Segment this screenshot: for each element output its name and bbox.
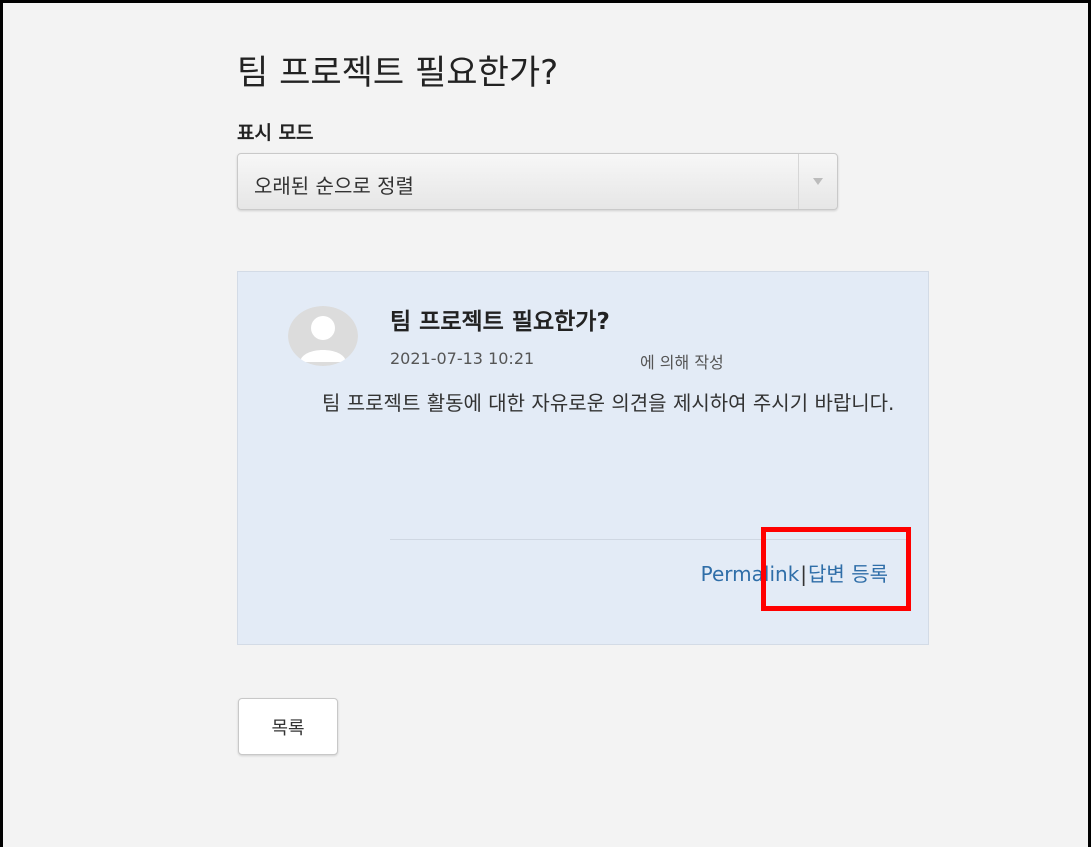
post-card: 팀 프로젝트 필요한가? 2021-07-13 10:21 에 의해 작성 팀 … — [237, 271, 929, 645]
post-divider — [390, 539, 910, 540]
list-button[interactable]: 목록 — [238, 698, 338, 755]
display-mode-label: 표시 모드 — [237, 122, 314, 144]
sort-order-value: 오래된 순으로 정렬 — [254, 174, 414, 198]
post-title: 팀 프로젝트 필요한가? — [390, 309, 610, 335]
chevron-down-icon — [798, 154, 837, 209]
page-title: 팀 프로젝트 필요한가? — [237, 53, 559, 93]
reply-link[interactable]: 답변 등록 — [808, 562, 888, 586]
app-frame: 팀 프로젝트 필요한가? 표시 모드 오래된 순으로 정렬 팀 프로젝트 필요한… — [0, 0, 1091, 847]
post-date: 2021-07-13 10:21 — [390, 349, 535, 368]
chevron-down-icon-shape — [813, 178, 823, 185]
user-avatar-icon — [288, 306, 358, 366]
sort-order-select[interactable]: 오래된 순으로 정렬 — [237, 153, 838, 210]
post-actions: Permalink|답변 등록 — [701, 558, 888, 587]
post-author: 에 의해 작성 — [640, 353, 724, 372]
avatar-silhouette — [288, 306, 358, 366]
post-body: 팀 프로젝트 활동에 대한 자유로운 의견을 제시하여 주시기 바랍니다. — [322, 391, 895, 415]
permalink-link[interactable]: Permalink — [701, 562, 800, 586]
action-separator: | — [800, 562, 808, 586]
